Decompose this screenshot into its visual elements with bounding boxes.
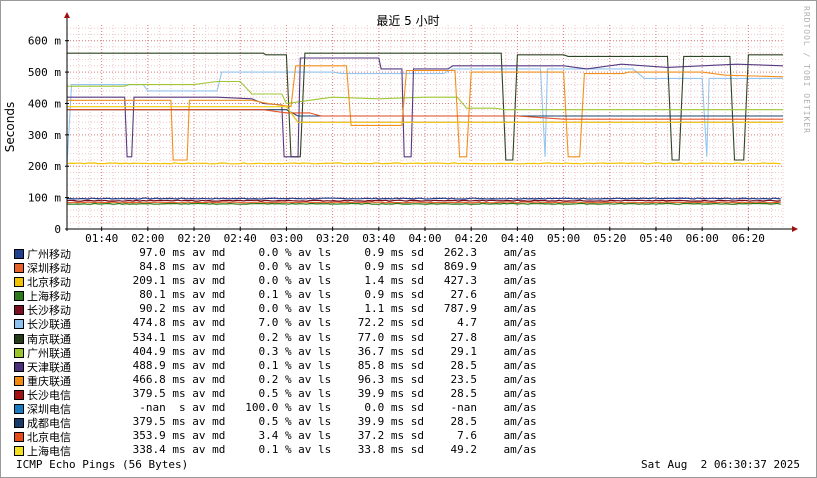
legend-swatch <box>14 446 24 457</box>
legend-row: 广州移动 97.0 ms av md 0.0 % av ls 0.9 ms sd… <box>14 246 574 261</box>
legend-row: 南京联通 534.1 ms av md 0.2 % av ls 77.0 ms … <box>14 330 574 346</box>
y-axis-arrow <box>64 12 70 18</box>
footer-timestamp: Sat Aug 2 06:30:37 2025 <box>641 458 800 471</box>
legend-row: 广州联通 404.9 ms av md 0.3 % av ls 36.7 ms … <box>14 344 574 360</box>
legend: 广州移动 97.0 ms av md 0.0 % av ls 0.9 ms sd… <box>14 246 574 459</box>
x-tick-label: 03:40 <box>362 232 395 245</box>
x-tick-label: 03:00 <box>270 232 303 245</box>
legend-series-stats: 488.9 ms av md 0.1 % av ls 85.8 ms sd 28… <box>126 358 537 372</box>
x-tick-label: 06:00 <box>686 232 719 245</box>
x-tick-label: 04:20 <box>455 232 488 245</box>
legend-swatch <box>14 432 24 443</box>
legend-swatch <box>14 333 24 344</box>
series-line-4 <box>66 199 781 202</box>
legend-swatch <box>14 263 24 274</box>
legend-row: 北京移动 209.1 ms av md 0.0 % av ls 1.4 ms s… <box>14 274 574 289</box>
legend-swatch <box>14 404 24 415</box>
legend-series-stats: 474.8 ms av md 7.0 % av ls 72.2 ms sd 4.… <box>126 316 537 330</box>
legend-row: 成都电信 379.5 ms av md 0.5 % av ls 39.9 ms … <box>14 415 574 430</box>
legend-swatch <box>14 375 24 386</box>
rrdtool-credit: RRDTOOL / TOBI OETIKER <box>802 6 811 134</box>
legend-row: 长沙电信 379.5 ms av md 0.5 % av ls 39.9 ms … <box>14 386 574 402</box>
legend-row: 天津联通 488.9 ms av md 0.1 % av ls 85.8 ms … <box>14 358 574 374</box>
legend-swatch <box>14 291 24 302</box>
x-tick-label: 05:40 <box>639 232 672 245</box>
legend-series-stats: 84.8 ms av md 0.0 % av ls 0.9 ms sd 869.… <box>126 260 537 274</box>
x-tick-label: 02:00 <box>131 232 164 245</box>
x-tick-label: 04:40 <box>501 232 534 245</box>
legend-row: 北京电信 353.9 ms av md 3.4 % av ls 37.2 ms … <box>14 429 574 444</box>
legend-swatch <box>14 249 24 259</box>
x-axis-arrow <box>792 226 798 232</box>
legend-series-stats: 466.8 ms av md 0.2 % av ls 96.3 ms sd 23… <box>126 372 537 386</box>
y-tick-label: 300 m <box>28 129 61 142</box>
legend-swatch <box>14 277 24 288</box>
x-tick-label: 05:20 <box>593 232 626 245</box>
x-tick-label: 02:20 <box>177 232 210 245</box>
legend-series-stats: -nan s av md 100.0 % av ls 0.0 ms sd -na… <box>126 401 537 415</box>
y-tick-label: 0 <box>54 223 61 236</box>
y-axis-label: Seconds <box>3 102 17 152</box>
x-tick-label: 05:00 <box>547 232 580 245</box>
x-tick-label: 06:20 <box>732 232 765 245</box>
legend-row: 上海移动 80.1 ms av md 0.1 % av ls 0.9 ms sd… <box>14 288 574 303</box>
series-line-3 <box>67 202 781 205</box>
legend-swatch <box>14 361 24 372</box>
legend-series-stats: 353.9 ms av md 3.4 % av ls 37.2 ms sd 7.… <box>126 429 537 443</box>
legend-series-stats: 80.1 ms av md 0.1 % av ls 0.9 ms sd 27.6… <box>126 288 537 302</box>
y-tick-label: 200 m <box>28 160 61 173</box>
legend-series-stats: 379.5 ms av md 0.5 % av ls 39.9 ms sd 28… <box>126 415 537 429</box>
legend-swatch <box>14 305 24 316</box>
y-tick-label: 600 m <box>28 35 61 48</box>
legend-swatch <box>14 418 24 429</box>
legend-row: 上海电信 338.4 ms av md 0.1 % av ls 33.8 ms … <box>14 443 574 459</box>
legend-series-stats: 90.2 ms av md 0.0 % av ls 1.1 ms sd 787.… <box>126 302 537 316</box>
legend-series-stats: 404.9 ms av md 0.3 % av ls 36.7 ms sd 29… <box>126 344 537 358</box>
legend-row: 深圳移动 84.8 ms av md 0.0 % av ls 0.9 ms sd… <box>14 260 574 275</box>
legend-swatch <box>14 347 24 358</box>
footer-title: ICMP Echo Pings (56 Bytes) <box>16 458 189 471</box>
legend-series-name: 上海电信 <box>27 445 71 459</box>
chart-title: 最近 5 小时 <box>376 14 439 28</box>
legend-series-stats: 209.1 ms av md 0.0 % av ls 1.4 ms sd 427… <box>126 274 537 288</box>
legend-series-stats: 379.5 ms av md 0.5 % av ls 39.9 ms sd 28… <box>126 386 537 400</box>
legend-row: 重庆联通 466.8 ms av md 0.2 % av ls 96.3 ms … <box>14 372 574 388</box>
legend-row: 深圳电信 -nan s av md 100.0 % av ls 0.0 ms s… <box>14 401 574 416</box>
legend-row: 长沙联通 474.8 ms av md 7.0 % av ls 72.2 ms … <box>14 316 574 331</box>
y-tick-label: 100 m <box>28 192 61 205</box>
x-tick-label: 01:40 <box>85 232 118 245</box>
x-tick-label: 02:40 <box>224 232 257 245</box>
legend-swatch <box>14 389 24 400</box>
y-tick-label: 500 m <box>28 66 61 79</box>
legend-row: 长沙移动 90.2 ms av md 0.0 % av ls 1.1 ms sd… <box>14 302 574 317</box>
legend-series-stats: 338.4 ms av md 0.1 % av ls 33.8 ms sd 49… <box>126 443 537 457</box>
y-tick-label: 400 m <box>28 97 61 110</box>
legend-series-stats: 534.1 ms av md 0.2 % av ls 77.0 ms sd 27… <box>126 330 537 344</box>
legend-swatch <box>14 319 24 330</box>
series-line-1 <box>66 201 781 204</box>
x-tick-label: 04:00 <box>408 232 441 245</box>
x-tick-label: 03:20 <box>316 232 349 245</box>
legend-series-stats: 97.0 ms av md 0.0 % av ls 0.9 ms sd 262.… <box>126 246 537 259</box>
